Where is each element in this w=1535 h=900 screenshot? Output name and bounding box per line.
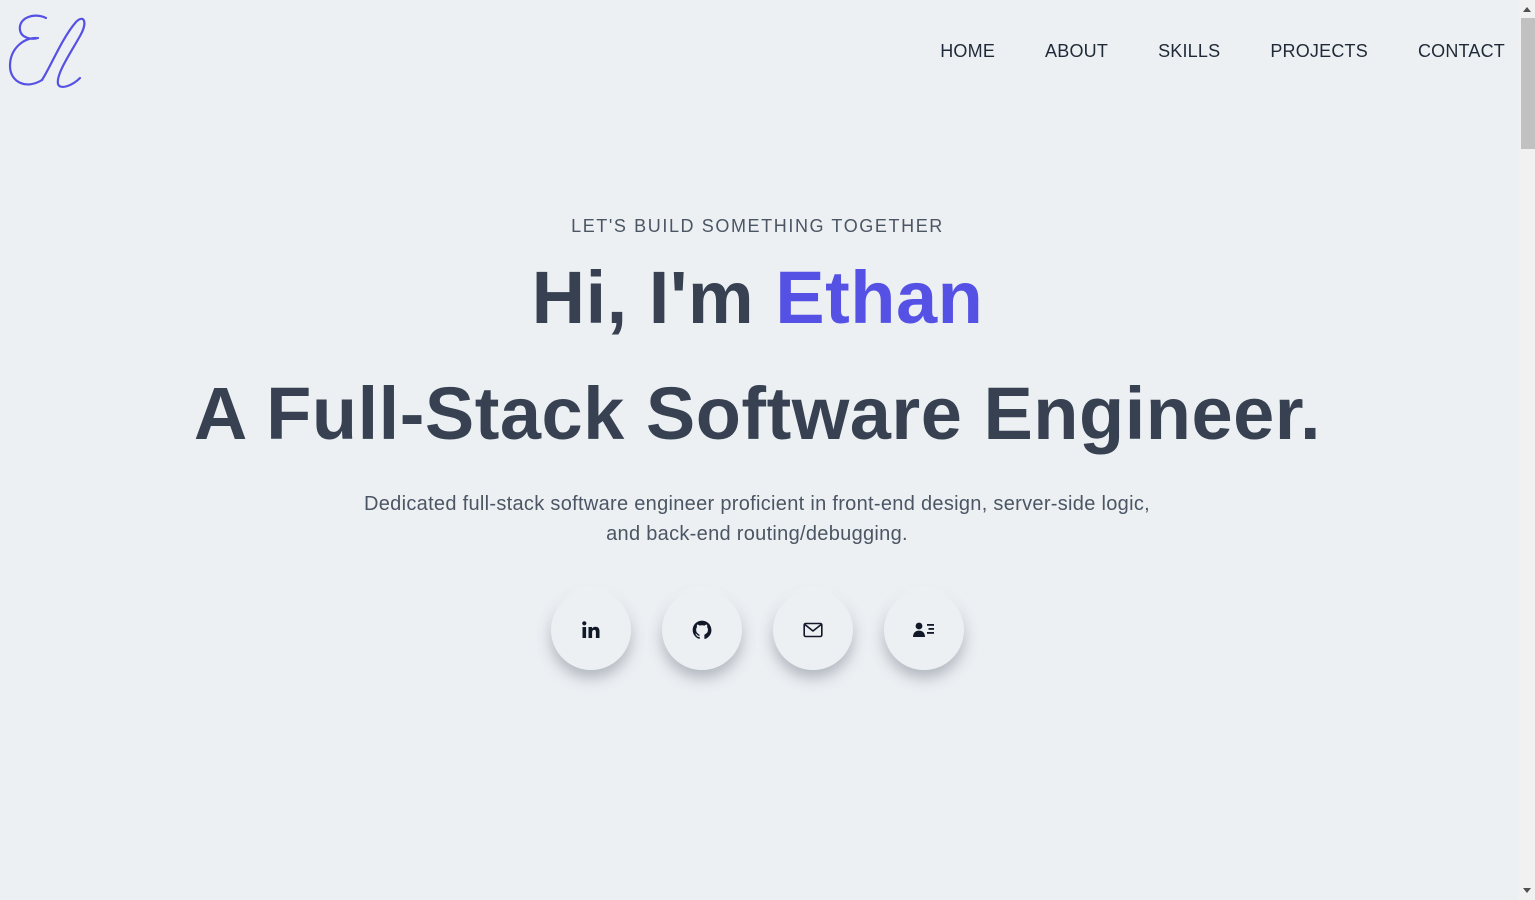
email-button[interactable] [773,590,853,670]
logo-icon[interactable] [6,8,90,92]
hero-eyebrow: LET'S BUILD SOMETHING TOGETHER [571,216,944,236]
hero-greeting-text: Hi, I'm [531,256,776,339]
github-button[interactable] [662,590,742,670]
resume-button[interactable] [884,590,964,670]
main-nav: HOME ABOUT SKILLS PROJECTS CONTACT [890,40,1505,62]
nav-about[interactable]: ABOUT [1045,40,1108,62]
resume-icon [913,622,934,637]
nav-skills[interactable]: SKILLS [1158,40,1220,62]
nav-contact[interactable]: CONTACT [1418,40,1505,62]
scroll-up-icon[interactable] [1523,7,1531,12]
page: HOME ABOUT SKILLS PROJECTS CONTACT LET'S… [0,0,1535,900]
nav-projects[interactable]: PROJECTS [1270,40,1368,62]
linkedin-icon [582,621,600,638]
hero-greeting: Hi, I'm Ethan [0,254,1515,342]
github-icon [692,620,712,640]
hero-name: Ethan [775,256,984,339]
nav-home[interactable]: HOME [940,40,995,62]
hero-description: Dedicated full-stack software engineer p… [364,493,1150,545]
scroll-down-icon[interactable] [1523,888,1531,893]
scrollbar[interactable] [1518,0,1535,900]
hero-title: A Full-Stack Software Engineer. [193,372,1322,455]
social-links [551,590,995,670]
linkedin-button[interactable] [551,590,631,670]
mail-icon [803,622,823,638]
scrollbar-thumb[interactable] [1521,18,1535,149]
